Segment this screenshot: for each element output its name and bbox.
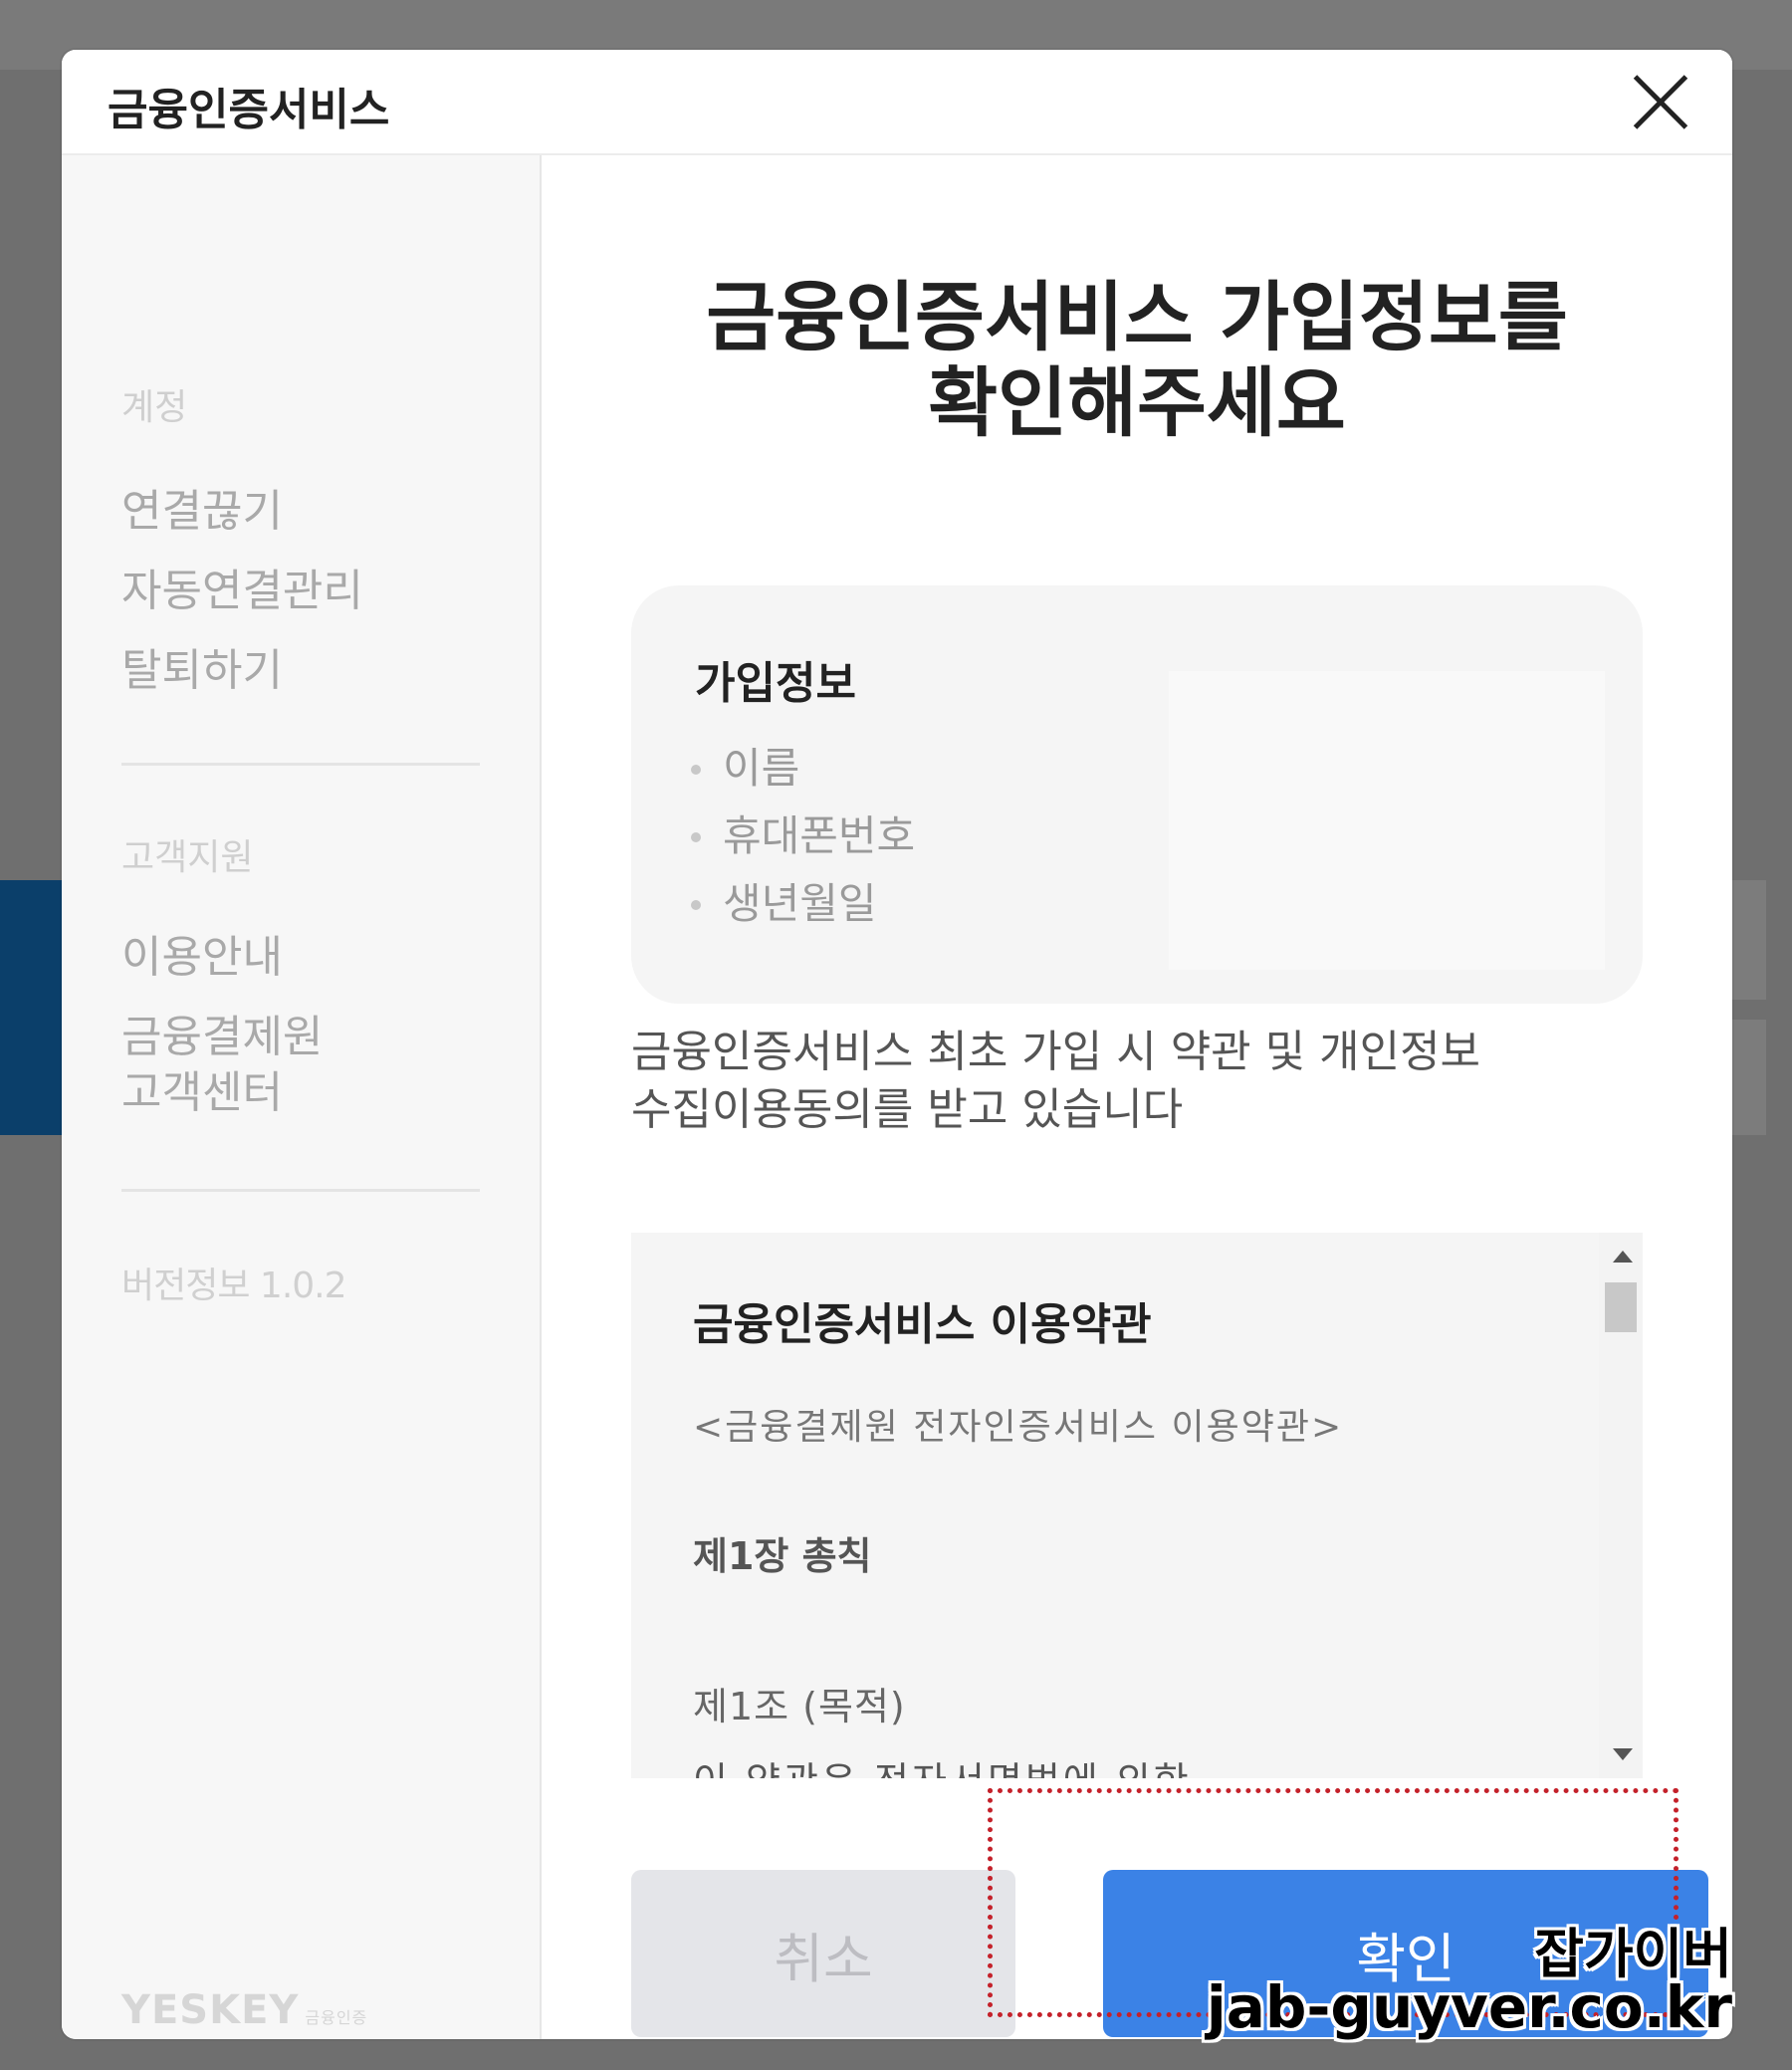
terms-article: 제1조 (목적) (693, 1685, 906, 1728)
sidebar-section-support: 고객지원 (121, 837, 254, 878)
page-title: 금융인증서비스 가입정보를 확인해주세요 (542, 275, 1732, 446)
main-content: 금융인증서비스 가입정보를 확인해주세요 가입정보 이름 휴대폰번호 생년월일 … (542, 155, 1732, 2039)
consent-notice-line1: 금융인증서비스 최초 가입 시 약관 및 개인정보 (631, 1027, 1481, 1077)
logo-subtext: 금융인증 (305, 2008, 368, 2027)
list-item: 생년월일 (691, 870, 915, 938)
watermark-url: jab-guyver.co.kr (1206, 1973, 1732, 2041)
close-icon[interactable] (1629, 70, 1692, 133)
cancel-button[interactable]: 취소 (631, 1870, 1015, 2037)
sidebar-divider (121, 1189, 480, 1192)
scroll-down-icon[interactable] (1613, 1748, 1633, 1760)
consent-notice-line2: 수집이용동의를 받고 있습니다 (631, 1084, 1184, 1135)
list-item: 휴대폰번호 (691, 803, 915, 870)
modal-header: 금융인증서비스 (62, 50, 1732, 155)
background-right-panel-2 (1732, 1020, 1766, 1135)
sidebar: 계정 연결끊기 자동연결관리 탈퇴하기 고객지원 이용안내 금융결제원 고객센터… (62, 155, 542, 2039)
terms-chapter: 제1장 총칙 (693, 1534, 872, 1578)
signup-info-card: 가입정보 이름 휴대폰번호 생년월일 (631, 585, 1643, 1004)
yeskey-logo: YESKEY 금융인증 (121, 1987, 367, 2033)
sidebar-item-guide[interactable]: 이용안내 (121, 930, 283, 986)
info-image-placeholder (1169, 671, 1605, 970)
background-right-panel (1732, 880, 1766, 1000)
sidebar-item-withdraw[interactable]: 탈퇴하기 (121, 643, 283, 699)
terms-text: 이 약관은 전자서명법에 의한 (693, 1750, 1569, 1778)
terms-title: 금융인증서비스 이용약관 (693, 1299, 1152, 1350)
page-title-line1: 금융인증서비스 가입정보를 (706, 273, 1568, 361)
sidebar-divider (121, 763, 480, 766)
terms-scroll-box[interactable]: 금융인증서비스 이용약관 <금융결제원 전자인증서비스 이용약관> 제1장 총칙… (631, 1233, 1643, 1778)
sidebar-item-disconnect[interactable]: 연결끊기 (121, 484, 283, 540)
sidebar-item-customer-center[interactable]: 금융결제원 고객센터 (121, 1010, 323, 1121)
signup-info-title: 가입정보 (695, 658, 856, 709)
terms-subtitle: <금융결제원 전자인증서비스 이용약관> (693, 1407, 1344, 1448)
background-blue-panel (0, 880, 62, 1135)
financial-auth-modal: 금융인증서비스 계정 연결끊기 자동연결관리 탈퇴하기 고객지원 이용안내 금융… (62, 50, 1732, 2039)
list-item: 이름 (691, 735, 915, 803)
logo-text: YESKEY (121, 1987, 300, 2033)
page-title-line2: 확인해주세요 (928, 358, 1346, 447)
terms-scrollbar[interactable] (1599, 1233, 1643, 1778)
version-info: 버전정보 1.0.2 (121, 1265, 347, 1306)
sidebar-item-auto-connect[interactable]: 자동연결관리 (121, 564, 363, 619)
signup-info-list: 이름 휴대폰번호 생년월일 (691, 735, 915, 938)
scroll-thumb[interactable] (1605, 1282, 1637, 1332)
modal-title: 금융인증서비스 (108, 85, 390, 135)
consent-notice: 금융인증서비스 최초 가입 시 약관 및 개인정보 수집이용동의를 받고 있습니… (631, 1024, 1647, 1139)
terms-content: 금융인증서비스 이용약관 <금융결제원 전자인증서비스 이용약관> 제1장 총칙… (693, 1288, 1569, 1778)
sidebar-section-account: 계정 (121, 387, 188, 428)
scroll-up-icon[interactable] (1613, 1251, 1633, 1263)
